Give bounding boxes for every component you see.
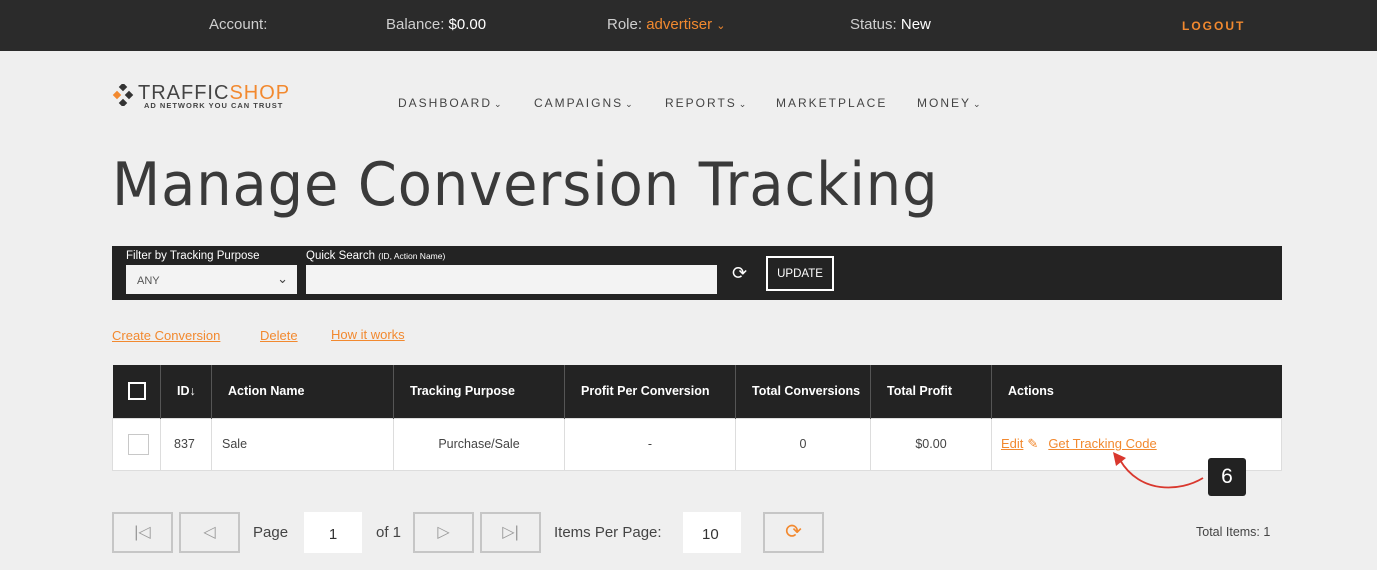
prev-page-button[interactable]: ◁ bbox=[179, 512, 240, 553]
account-label: Account: bbox=[209, 16, 268, 33]
cell-profit-per-conversion: - bbox=[564, 417, 736, 471]
table-header-row: ID↓ Action Name Tracking Purpose Profit … bbox=[112, 365, 1282, 418]
last-page-button[interactable]: ▷| bbox=[480, 512, 541, 553]
header-profit-per-conversion[interactable]: Profit Per Conversion bbox=[564, 365, 736, 418]
annotation-arrow-icon bbox=[1113, 452, 1204, 489]
nav-campaigns[interactable]: CAMPAIGNS ⌄ bbox=[534, 96, 633, 110]
header-tracking-purpose[interactable]: Tracking Purpose bbox=[393, 365, 565, 418]
status-info: Status: New bbox=[850, 16, 931, 33]
row-select-cell bbox=[112, 417, 161, 471]
page-number-input[interactable]: 1 bbox=[304, 512, 362, 553]
cell-tracking-purpose: Purchase/Sale bbox=[393, 417, 565, 471]
role-label: Role: bbox=[607, 16, 643, 33]
chevron-down-icon: ⌄ bbox=[625, 99, 633, 109]
top-bar: Account: Balance: $0.00 Role: advertiser… bbox=[0, 0, 1377, 51]
nav-marketplace[interactable]: MARKETPLACE bbox=[776, 96, 887, 110]
role-dropdown[interactable]: advertiser ⌄ bbox=[646, 16, 725, 33]
status-label: Status: bbox=[850, 16, 897, 33]
chevron-down-icon: ⌄ bbox=[277, 271, 288, 286]
purpose-filter-value: ANY bbox=[137, 275, 160, 287]
reload-button[interactable]: ⟳ bbox=[763, 512, 824, 553]
cell-total-conversions: 0 bbox=[735, 417, 871, 471]
logout-link[interactable]: LOGOUT bbox=[1182, 19, 1245, 33]
chevron-down-icon: ⌄ bbox=[738, 99, 747, 109]
quick-search-label: Quick Search (ID, Action Name) bbox=[306, 250, 446, 262]
purpose-filter-select[interactable]: ANY ⌄ bbox=[126, 265, 297, 294]
refresh-icon[interactable]: ⟳ bbox=[732, 263, 747, 284]
first-page-button[interactable]: |◁ bbox=[112, 512, 173, 553]
balance-label: Balance: bbox=[386, 16, 445, 33]
header-actions: Actions bbox=[991, 365, 1282, 418]
page-count-label: of 1 bbox=[376, 524, 402, 541]
select-all-header bbox=[112, 365, 161, 418]
filter-bar: Filter by Tracking Purpose ANY ⌄ Quick S… bbox=[112, 246, 1282, 300]
create-conversion-link[interactable]: Create Conversion bbox=[112, 328, 220, 343]
status-value: New bbox=[900, 16, 931, 33]
refresh-icon: ⟳ bbox=[785, 521, 802, 543]
how-it-works-link[interactable]: How it works bbox=[331, 327, 405, 342]
cell-total-profit: $0.00 bbox=[870, 417, 992, 471]
page-title: Manage Conversion Tracking bbox=[112, 150, 939, 220]
logo-diamond-icon bbox=[112, 84, 134, 106]
header-total-profit[interactable]: Total Profit bbox=[870, 365, 992, 418]
update-button[interactable]: UPDATE bbox=[766, 256, 834, 291]
page-label: Page bbox=[253, 524, 289, 541]
purpose-filter-label: Filter by Tracking Purpose bbox=[126, 250, 260, 262]
header-id[interactable]: ID↓ bbox=[160, 365, 212, 418]
nav-money[interactable]: MONEY ⌄ bbox=[917, 96, 981, 110]
chevron-down-icon: ⌄ bbox=[716, 20, 726, 32]
edit-link[interactable]: Edit bbox=[1001, 436, 1023, 451]
header-total-conversions[interactable]: Total Conversions bbox=[735, 365, 871, 418]
role-info: Role: advertiser ⌄ bbox=[607, 16, 725, 33]
select-all-checkbox[interactable] bbox=[127, 382, 146, 401]
sort-down-icon: ↓ bbox=[189, 384, 196, 399]
quick-search-input[interactable] bbox=[306, 265, 717, 294]
cell-id: 837 bbox=[160, 417, 212, 471]
pencil-icon[interactable]: ✎ bbox=[1027, 436, 1038, 451]
next-page-button[interactable]: ▷ bbox=[413, 512, 474, 553]
chevron-down-icon: ⌄ bbox=[494, 99, 502, 109]
step-badge: 6 bbox=[1208, 458, 1246, 496]
total-items: Total Items: 1 bbox=[1196, 525, 1271, 539]
items-per-page-label: Items Per Page: bbox=[554, 524, 662, 541]
items-per-page-input[interactable]: 10 bbox=[683, 512, 741, 553]
row-checkbox[interactable] bbox=[128, 433, 149, 455]
logo-tagline: AD NETWORK YOU CAN TRUST bbox=[144, 101, 284, 110]
nav-reports[interactable]: REPORTS ⌄ bbox=[665, 96, 746, 110]
chevron-down-icon: ⌄ bbox=[973, 99, 981, 109]
cell-action-name: Sale bbox=[211, 417, 394, 471]
nav-dashboard[interactable]: DASHBOARD ⌄ bbox=[398, 96, 502, 110]
delete-link[interactable]: Delete bbox=[260, 328, 298, 343]
balance-info: Balance: $0.00 bbox=[386, 16, 486, 33]
balance-value: $0.00 bbox=[448, 16, 487, 33]
header-action-name[interactable]: Action Name bbox=[211, 365, 394, 418]
role-value: advertiser bbox=[646, 16, 713, 33]
